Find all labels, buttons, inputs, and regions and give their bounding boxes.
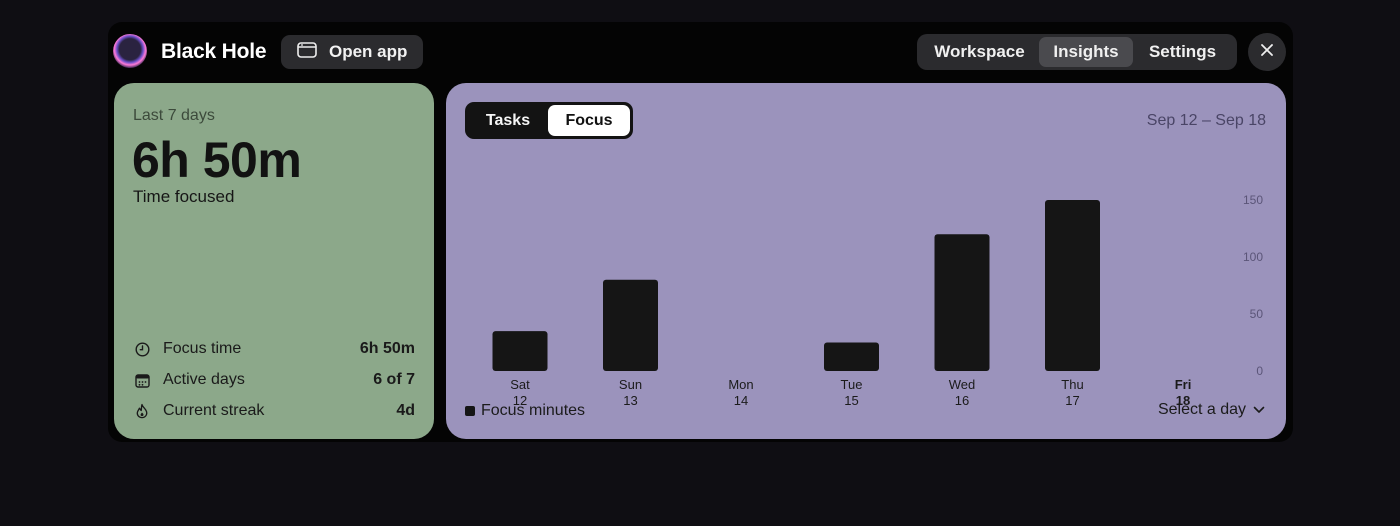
x-tick-date: 16 xyxy=(955,393,969,408)
stat-label: Focus time xyxy=(163,340,242,357)
legend-swatch xyxy=(465,406,475,416)
window-icon xyxy=(297,41,317,63)
insights-window: Black Hole Open app Workspace Insights S… xyxy=(108,22,1293,442)
bar-wed[interactable] xyxy=(934,234,990,371)
x-tick-day: Tue xyxy=(841,377,863,392)
bar-thu[interactable] xyxy=(1045,200,1100,371)
chevron-down-icon xyxy=(1253,401,1265,419)
x-tick-date: 15 xyxy=(844,393,858,408)
summary-card: Last 7 days 6h 50m Time focused Focus ti… xyxy=(114,83,434,439)
stat-value: 6h 50m xyxy=(359,340,415,357)
chart-legend: Focus minutes xyxy=(465,402,585,420)
stat-label: Active days xyxy=(163,371,245,388)
y-tick-label: 0 xyxy=(1256,364,1263,378)
close-button[interactable] xyxy=(1248,33,1286,71)
stat-value: 4d xyxy=(396,402,415,419)
summary-total: 6h 50m xyxy=(132,132,302,188)
stat-current-streak: Current streak 4d xyxy=(134,400,415,422)
x-tick-date: 13 xyxy=(623,393,637,408)
bar-sun[interactable] xyxy=(603,279,658,371)
stat-focus-time: Focus time 6h 50m xyxy=(134,338,415,360)
bar-tue[interactable] xyxy=(824,342,879,372)
clock-icon xyxy=(134,341,150,357)
x-tick-day: Sat xyxy=(510,377,530,392)
main-tabs: Workspace Insights Settings xyxy=(917,34,1237,70)
close-icon xyxy=(1260,43,1274,62)
app-title: Black Hole xyxy=(161,40,267,63)
tab-workspace[interactable]: Workspace xyxy=(920,37,1039,67)
open-app-label: Open app xyxy=(329,42,408,61)
window-header: Black Hole Open app Workspace Insights S… xyxy=(108,22,1293,82)
legend-label: Focus minutes xyxy=(481,402,586,419)
bar-sat[interactable] xyxy=(492,331,548,371)
open-app-button[interactable]: Open app xyxy=(281,35,423,69)
x-tick-day: Mon xyxy=(728,377,753,392)
tab-settings[interactable]: Settings xyxy=(1133,37,1232,67)
summary-total-label: Time focused xyxy=(133,187,235,206)
insights-chart-card: Tasks Focus Sep 12 – Sep 18 Sat 12 Sun 13 Mo… xyxy=(446,83,1286,439)
summary-period: Last 7 days xyxy=(133,107,215,124)
y-tick-label: 150 xyxy=(1243,193,1263,207)
y-tick-label: 100 xyxy=(1243,250,1263,264)
select-day-label: Select a day xyxy=(1157,401,1246,418)
x-tick-date: 17 xyxy=(1065,393,1079,408)
stat-active-days: Active days 6 of 7 xyxy=(134,369,415,391)
black-hole-logo-icon xyxy=(113,34,147,68)
x-tick-day: Wed xyxy=(949,377,976,392)
y-tick-label: 50 xyxy=(1250,307,1264,321)
flame-icon xyxy=(134,403,150,419)
x-tick-day: Thu xyxy=(1061,377,1083,392)
tab-insights[interactable]: Insights xyxy=(1039,37,1133,67)
stat-value: 6 of 7 xyxy=(373,371,415,388)
focus-bar-chart: Sat12Sun13Mon14Tue15Wed16Thu17Fri1805010… xyxy=(492,193,1264,408)
stat-label: Current streak xyxy=(163,402,265,419)
calendar-icon xyxy=(134,372,150,388)
x-tick-day: Fri xyxy=(1175,377,1192,392)
x-tick-date: 14 xyxy=(734,393,748,408)
x-tick-day: Sun xyxy=(619,377,642,392)
select-day-dropdown[interactable]: Select a day xyxy=(1158,401,1265,419)
